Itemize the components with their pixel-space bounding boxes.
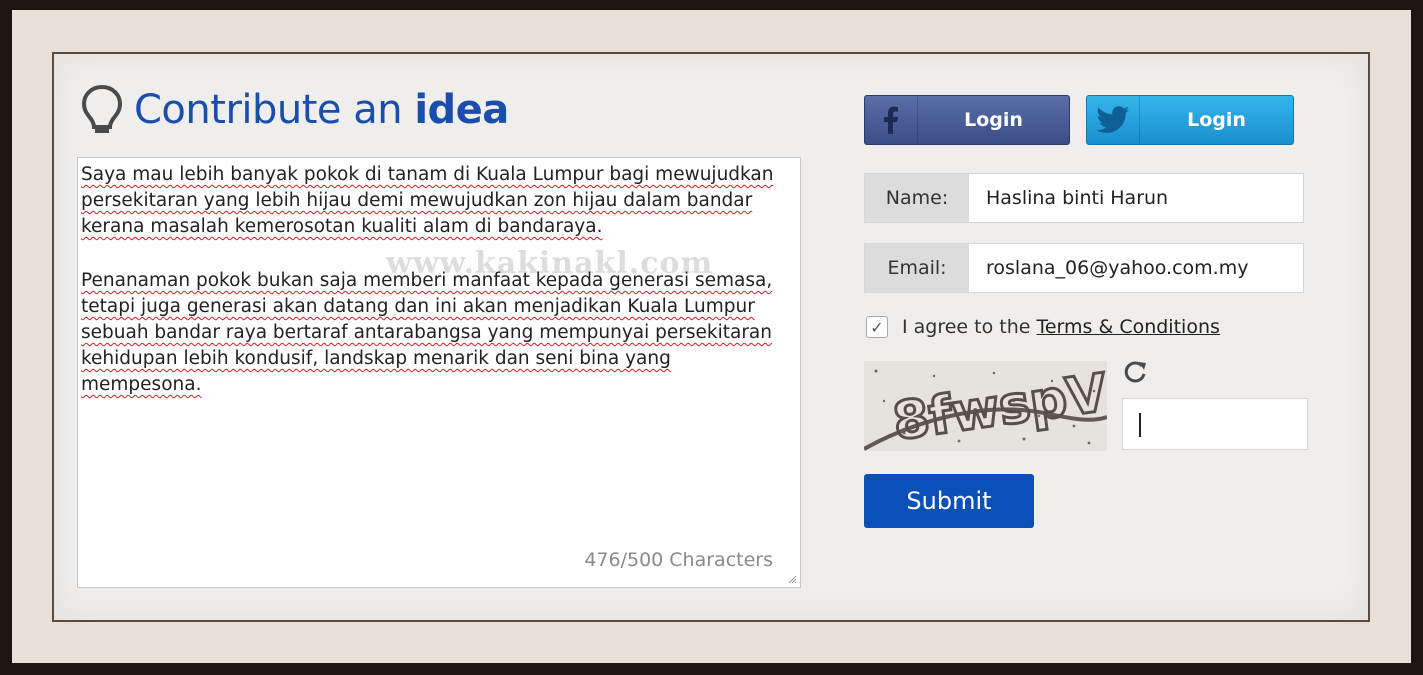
email-input[interactable]: roslana_06@yahoo.com.my [969,244,1303,292]
terms-agreement: ✓ I agree to the Terms & Conditions [866,316,1220,338]
terms-link[interactable]: Terms & Conditions [1036,316,1219,338]
email-label: Email: [865,244,969,292]
page-title: Contribute an idea [80,82,509,138]
resize-handle-icon[interactable] [787,574,797,584]
idea-textarea[interactable]: Saya mau lebih banyak pokok di tanam di … [77,157,801,588]
title-prefix: Contribute an [134,87,403,133]
checkmark-icon: ✓ [870,317,884,337]
captcha-input[interactable] [1122,398,1308,450]
title-emphasis: idea [414,87,509,133]
name-input[interactable]: Haslina binti Harun [969,174,1303,222]
twitter-login-label: Login [1187,109,1246,131]
refresh-captcha-icon[interactable] [1122,360,1148,386]
name-label: Name: [865,174,969,222]
character-counter: 476/500 Characters [584,549,773,571]
submit-button[interactable]: Submit [864,474,1034,528]
facebook-login-button[interactable]: Login [864,95,1070,145]
agree-text: I agree to the [902,316,1031,338]
name-field[interactable]: Name: Haslina binti Harun [864,173,1304,223]
twitter-login-button[interactable]: Login [1086,95,1294,145]
email-field[interactable]: Email: roslana_06@yahoo.com.my [864,243,1304,293]
facebook-icon [865,96,918,144]
idea-paragraph-1: Saya mau lebih banyak pokok di tanam di … [81,164,774,237]
idea-paragraph-2: Penanaman pokok bukan saja memberi manfa… [81,270,773,395]
facebook-login-label: Login [964,109,1023,131]
text-cursor [1139,413,1141,437]
title-text: Contribute an idea [134,87,509,133]
terms-checkbox[interactable]: ✓ [866,316,888,338]
captcha-image: 8fwspV [864,361,1107,451]
lightbulb-icon [81,84,123,133]
twitter-icon [1087,96,1140,144]
